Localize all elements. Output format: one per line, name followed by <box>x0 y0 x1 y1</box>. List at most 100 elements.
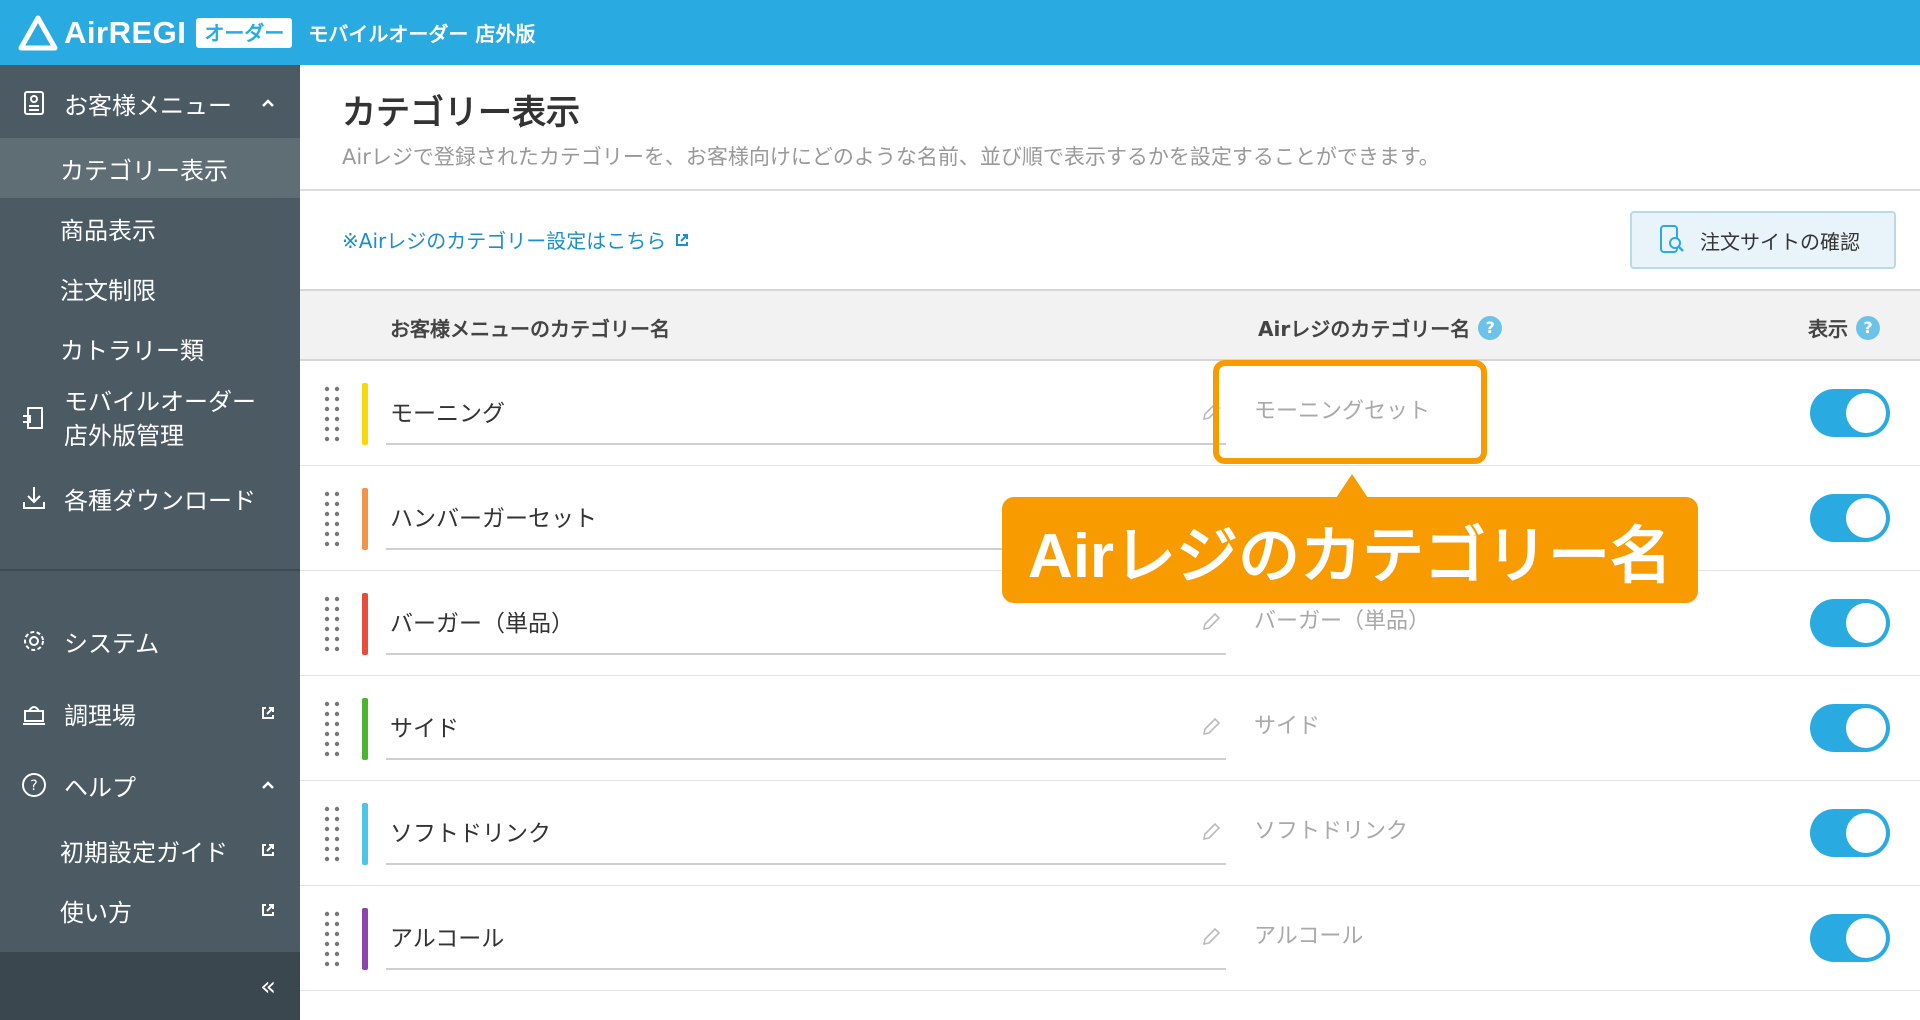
airregi-logo[interactable]: AirREGI オーダー <box>18 15 293 51</box>
display-toggle[interactable] <box>1810 809 1890 857</box>
chevron-up-icon[interactable] <box>260 95 276 111</box>
category-name-input[interactable]: ソフトドリンク <box>386 799 1226 865</box>
sidebar-item-order-limit[interactable]: 注文制限 <box>0 258 300 318</box>
help-question-icon[interactable]: ? <box>1856 315 1880 340</box>
collapse-sidebar-button[interactable]: « <box>260 972 276 1002</box>
top-header: AirREGI オーダー モバイルオーダー 店外版 <box>0 0 1920 65</box>
help-question-icon[interactable]: ? <box>1478 315 1503 340</box>
logo-badge: オーダー <box>196 17 293 48</box>
category-color-bar <box>362 593 368 655</box>
sidebar-item-setup-guide[interactable]: 初期設定ガイド <box>0 820 300 880</box>
category-name-input[interactable]: モーニング <box>386 379 1226 445</box>
drag-handle-icon[interactable] <box>322 803 342 865</box>
airregi-category-settings-link[interactable]: ※Airレジのカテゴリー設定はこちら <box>342 225 690 254</box>
sidebar-item-product-display[interactable]: 商品表示 <box>0 198 300 258</box>
airregi-category-name: ソフトドリンク <box>1254 819 1409 844</box>
category-color-bar <box>362 383 368 445</box>
link-text: ※Airレジのカテゴリー設定はこちら <box>342 229 667 253</box>
mobile-order-icon <box>23 407 43 429</box>
gear-icon <box>24 631 44 651</box>
table-row: アルコール アルコール <box>300 886 1920 991</box>
category-name-text: アルコール <box>390 926 505 952</box>
confirm-order-site-button[interactable]: 注文サイトの確認 <box>1630 211 1896 269</box>
page-description: Airレジで登録されたカテゴリーを、お客様向けにどのような名前、並び順で表示する… <box>342 145 1440 169</box>
sidebar-item-help[interactable]: ? ヘルプ <box>0 757 300 813</box>
column-header-customer-name: お客様メニューのカテゴリー名 <box>390 313 670 342</box>
main-content: カテゴリー表示 Airレジで登録されたカテゴリーを、お客様向けにどのような名前、… <box>300 65 1920 1020</box>
pencil-icon[interactable] <box>1200 611 1222 633</box>
svg-text:?: ? <box>30 778 37 794</box>
display-toggle[interactable] <box>1810 494 1890 542</box>
phone-search-icon <box>1660 225 1684 253</box>
external-link-icon <box>262 707 274 719</box>
sidebar-item-system[interactable]: システム <box>0 613 300 669</box>
airregi-category-name: アルコール <box>1254 924 1364 949</box>
drag-handle-icon[interactable] <box>322 383 342 445</box>
drag-handle-icon[interactable] <box>322 908 342 970</box>
sidebar-item-label: 初期設定ガイド <box>60 838 228 867</box>
pencil-icon[interactable] <box>1200 926 1222 948</box>
sidebar-item-label-line1: モバイルオーダー <box>64 388 256 416</box>
sidebar-item-how-to-use[interactable]: 使い方 <box>0 880 300 940</box>
display-toggle[interactable] <box>1810 389 1890 437</box>
category-name-input[interactable]: サイド <box>386 694 1226 760</box>
toggle-knob <box>1846 708 1886 748</box>
display-toggle[interactable] <box>1810 599 1890 647</box>
airregi-category-name: サイド <box>1254 714 1321 739</box>
confirm-button-label: 注文サイトの確認 <box>1700 229 1860 254</box>
category-color-bar <box>362 803 368 865</box>
column-header-label: お客様メニューのカテゴリー名 <box>390 317 670 341</box>
sidebar: お客様メニュー カテゴリー表示 商品表示 注文制限 カトラリー類 モバイルオーダ… <box>0 65 300 1020</box>
table-header: お客様メニューのカテゴリー名 Airレジのカテゴリー名 ? 表示 ? <box>300 289 1920 361</box>
toggle-knob <box>1846 813 1886 853</box>
help-icon: ? <box>22 773 46 797</box>
drag-handle-icon[interactable] <box>322 593 342 655</box>
category-name-input[interactable]: アルコール <box>386 904 1226 970</box>
toggle-knob <box>1846 498 1886 538</box>
category-color-bar <box>362 908 368 970</box>
pencil-icon[interactable] <box>1200 716 1222 738</box>
sidebar-item-label: 使い方 <box>60 898 132 927</box>
sidebar-item-kitchen[interactable]: 調理場 <box>0 685 300 741</box>
sidebar-item-label: システム <box>64 629 160 658</box>
download-icon <box>23 487 45 509</box>
display-toggle[interactable] <box>1810 704 1890 752</box>
sidebar-item-label: ヘルプ <box>64 773 136 802</box>
kitchen-icon <box>23 706 45 725</box>
sidebar-item-label: 注文制限 <box>60 276 156 305</box>
table-row: ソフトドリンク ソフトドリンク <box>300 781 1920 886</box>
sidebar-footer: « <box>0 952 300 1020</box>
table-row: モーニング モーニングセット <box>300 361 1920 466</box>
toggle-knob <box>1846 918 1886 958</box>
chevron-up-icon[interactable] <box>260 777 276 793</box>
sidebar-item-category-display[interactable]: カテゴリー表示 <box>0 138 300 198</box>
category-name-text: モーニング <box>390 401 505 427</box>
sidebar-item-customer-menu[interactable]: お客様メニュー <box>0 75 300 131</box>
callout-label: Airレジのカテゴリー名 <box>1002 497 1698 603</box>
sidebar-item-cutlery[interactable]: カトラリー類 <box>0 318 300 378</box>
sidebar-item-mobile-order-admin[interactable]: モバイルオーダー 店外版管理 <box>0 383 300 453</box>
sidebar-item-downloads[interactable]: 各種ダウンロード <box>0 470 300 526</box>
external-link-icon <box>676 233 689 246</box>
sidebar-item-label: お客様メニュー <box>64 91 232 120</box>
external-link-icon <box>262 904 274 916</box>
drag-handle-icon[interactable] <box>322 698 342 760</box>
menu-book-icon <box>24 91 44 115</box>
display-toggle[interactable] <box>1810 914 1890 962</box>
category-name-text: バーガー（単品） <box>390 611 574 637</box>
category-color-bar <box>362 488 368 550</box>
sidebar-item-label: 各種ダウンロード <box>64 486 256 515</box>
page-title: カテゴリー表示 <box>342 93 580 133</box>
external-link-icon <box>262 844 274 856</box>
pencil-icon[interactable] <box>1200 821 1222 843</box>
sidebar-item-label-line2: 店外版管理 <box>64 422 184 450</box>
drag-handle-icon[interactable] <box>322 488 342 550</box>
sidebar-item-label: カトラリー類 <box>60 336 204 365</box>
category-name-text: ソフトドリンク <box>390 821 551 847</box>
category-name-text: ハンバーガーセット <box>390 506 597 532</box>
category-color-bar <box>362 698 368 760</box>
category-name-text: サイド <box>390 716 459 742</box>
divider <box>300 189 1920 191</box>
sidebar-item-label: モバイルオーダー 店外版管理 <box>64 385 256 453</box>
callout-arrow <box>1336 474 1368 498</box>
